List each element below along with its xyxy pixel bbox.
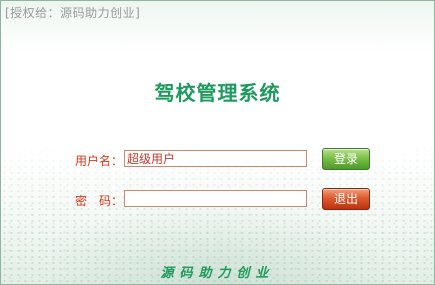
exit-button[interactable]: 退出 [322, 188, 370, 210]
app-title: 驾校管理系统 [154, 81, 281, 105]
username-input[interactable] [124, 150, 307, 167]
login-window: [授权给：源码助力创业] 驾校管理系统 用户名： 密 码： 登录 退出 源码助力… [0, 0, 435, 285]
footer-slogan: 源码助力创业 [160, 266, 275, 281]
license-text: [授权给：源码助力创业] [5, 6, 141, 20]
password-label: 密 码： [75, 194, 124, 208]
username-label: 用户名： [75, 154, 124, 168]
login-button[interactable]: 登录 [322, 148, 370, 170]
password-input[interactable] [124, 190, 307, 207]
